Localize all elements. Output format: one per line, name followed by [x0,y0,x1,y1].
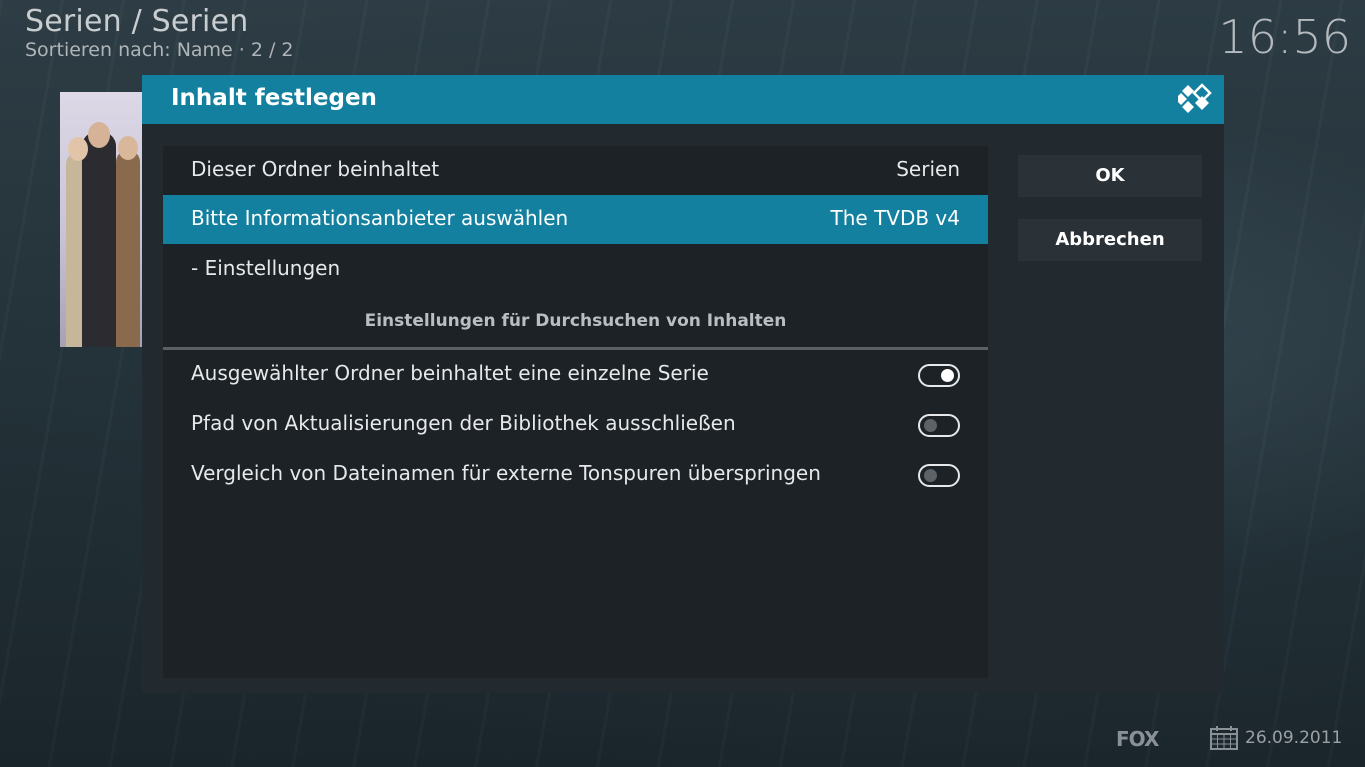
date-label: 26.09.2011 [1245,728,1343,748]
settings-list: Dieser Ordner beinhaltet Serien Bitte In… [163,146,988,678]
toggle-row-single-series[interactable]: Ausgewählter Ordner beinhaltet eine einz… [163,350,988,399]
section-heading: Einstellungen für Durchsuchen von Inhalt… [364,311,787,331]
toggle-label: Pfad von Aktualisierungen der Bibliothek… [191,411,736,435]
row-value: The TVDB v4 [830,206,961,230]
row-label: Dieser Ordner beinhaltet [191,157,440,181]
toggle-label: Vergleich von Dateinamen für externe Ton… [191,461,821,485]
sort-info: Sortieren nach: Name · 2 / 2 [25,39,294,61]
toggle-switch-off[interactable] [918,414,960,437]
toggle-knob [924,419,937,432]
calendar-icon [1210,726,1238,750]
series-poster [60,92,142,347]
dialog-header: Inhalt festlegen [142,75,1224,124]
toggle-switch-off[interactable] [918,464,960,487]
toggle-knob [924,469,937,482]
row-label: - Einstellungen [191,256,341,280]
row-label: Bitte Informationsanbieter auswählen [191,206,569,230]
toggle-label: Ausgewählter Ordner beinhaltet eine einz… [191,361,709,385]
toggle-row-exclude-path[interactable]: Pfad von Aktualisierungen der Bibliothek… [163,400,988,449]
dialog-title: Inhalt festlegen [171,85,377,111]
breadcrumb-title: Serien / Serien [25,4,249,39]
kodi-logo-icon [1178,83,1212,113]
toggle-row-skip-audio-match[interactable]: Vergleich von Dateinamen für externe Ton… [163,450,988,499]
ok-button[interactable]: OK [1018,155,1202,197]
content-dialog: Inhalt festlegen Dieser Ordner beinhalte… [142,75,1224,693]
cancel-button[interactable]: Abbrechen [1018,219,1202,261]
network-logo: FOX [1116,727,1159,751]
row-scraper-settings[interactable]: - Einstellungen [163,245,988,294]
clock: 16:56 [1218,10,1351,64]
row-folder-content[interactable]: Dieser Ordner beinhaltet Serien [163,146,988,195]
toggle-knob [941,369,954,382]
toggle-switch-on[interactable] [918,364,960,387]
row-value: Serien [896,157,960,181]
row-scraper-select[interactable]: Bitte Informationsanbieter auswählen The… [163,195,988,244]
